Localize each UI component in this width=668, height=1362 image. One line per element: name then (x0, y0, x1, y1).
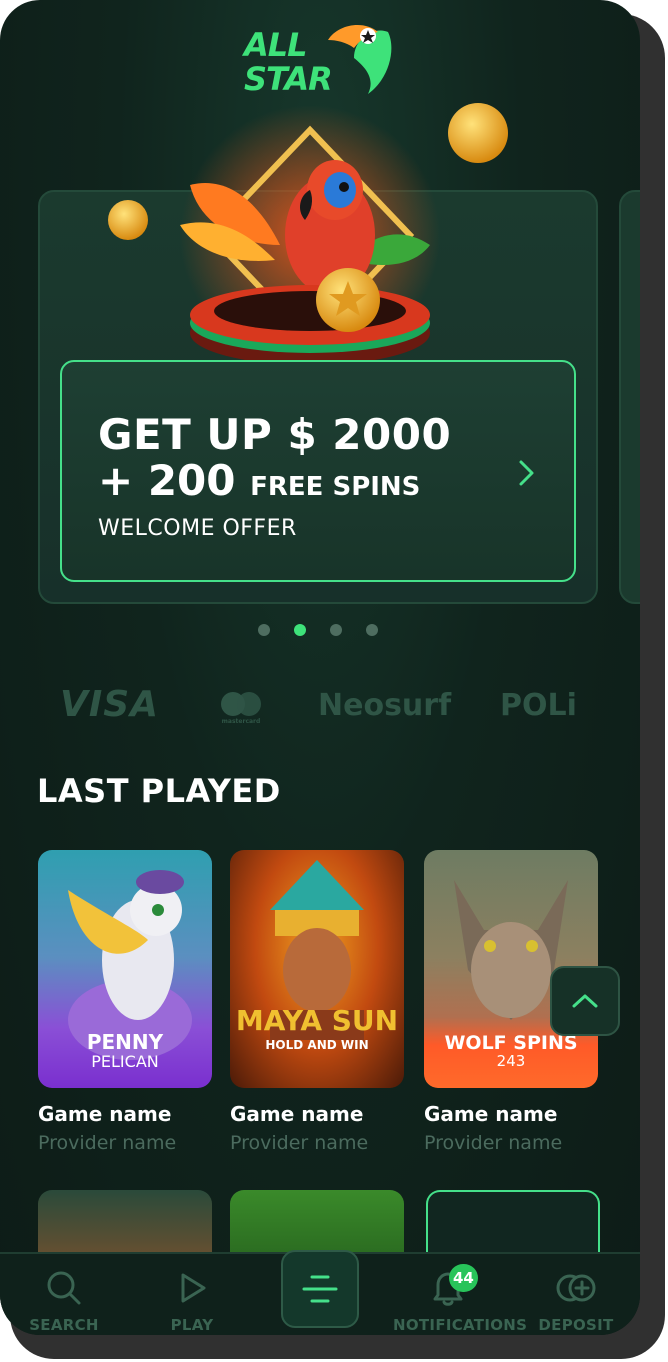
carousel-dots (258, 624, 378, 636)
mastercard-logo: mastercard (218, 690, 264, 725)
last-played-title: LAST PLAYED (37, 772, 281, 810)
allstar-logo[interactable]: ALL STAR (244, 18, 396, 102)
logo-line-1: ALL (244, 26, 308, 64)
next-promo-card[interactable] (619, 190, 640, 604)
game-art-subtitle: PELICAN (91, 1052, 159, 1071)
play-icon (181, 1273, 206, 1303)
chevron-right-icon[interactable] (514, 458, 540, 488)
provider-name: Provider name (424, 1132, 563, 1154)
nav-notifications[interactable]: 44 NOTIFICATIONS (393, 1264, 528, 1334)
scroll-to-top-button[interactable] (550, 966, 620, 1036)
mastercard-icon: mastercard (221, 692, 261, 725)
menu-icon (302, 1275, 338, 1303)
chevron-up-icon (572, 994, 598, 1008)
payment-methods: VISA mastercard Neosurf POLi (0, 684, 640, 734)
provider-name: Provider name (38, 1132, 177, 1154)
welcome-offer-box[interactable]: GET UP $ 2000 + 200 FREE SPINS WELCOME O… (60, 360, 576, 582)
carousel-dot[interactable] (258, 624, 270, 636)
offer-spins-count: + 200 (98, 456, 236, 505)
nav-deposit-label: DEPOSIT (538, 1316, 614, 1334)
nav-search[interactable]: SEARCH (9, 1266, 119, 1334)
provider-name: Provider name (230, 1132, 369, 1154)
game-art-subtitle: HOLD AND WIN (265, 1038, 369, 1052)
menu-button[interactable] (281, 1250, 359, 1328)
logo-text: ALL STAR (244, 26, 333, 98)
game-thumbnail[interactable]: MAYA SUN HOLD AND WIN (230, 850, 404, 1088)
notification-count-badge: 44 (449, 1264, 478, 1292)
game-card-partial[interactable] (426, 1190, 600, 1260)
nav-play-label: PLAY (170, 1316, 214, 1334)
app-screen: ALL STAR GET UP $ 2000 + 200 FREE SPINS … (0, 0, 640, 1335)
mastercard-wordmark: mastercard (222, 718, 261, 724)
game-card[interactable]: PENNY PELICAN Game name Provider name (38, 850, 212, 1154)
game-art-subtitle: 243 (496, 1052, 526, 1070)
game-name: Game name (38, 1102, 172, 1126)
search-icon (47, 1271, 81, 1305)
offer-headline: GET UP $ 2000 (98, 410, 452, 459)
parrot-hero-illustration (108, 103, 508, 365)
game-art-title: PENNY (86, 1030, 164, 1054)
game-art-title: MAYA SUN (235, 1004, 399, 1037)
carousel-dot[interactable] (330, 624, 342, 636)
neosurf-logo: Neosurf (318, 688, 452, 723)
nav-search-label: SEARCH (29, 1316, 99, 1334)
carousel-dot-active[interactable] (294, 624, 306, 636)
nav-play[interactable]: PLAY (137, 1266, 247, 1334)
poli-logo: POLi (500, 688, 577, 723)
offer-headline-2: + 200 FREE SPINS (98, 458, 420, 510)
game-name: Game name (424, 1102, 558, 1126)
bottom-navigation: SEARCH PLAY 44 NOTIFICATIONS DEPOSIT (0, 1250, 640, 1335)
visa-logo: VISA (60, 684, 160, 725)
nav-deposit[interactable]: DEPOSIT (521, 1266, 631, 1334)
carousel-dot[interactable] (366, 624, 378, 636)
offer-spins-label: FREE SPINS (250, 472, 421, 502)
maya-sun-art (270, 860, 364, 1040)
toucan-icon (328, 25, 392, 94)
game-card-partial[interactable] (38, 1190, 212, 1260)
game-name: Game name (230, 1102, 364, 1126)
logo-line-2: STAR (244, 60, 333, 98)
game-card[interactable]: MAYA SUN HOLD AND WIN Game name Provider… (230, 850, 404, 1154)
offer-subtitle: WELCOME OFFER (98, 516, 297, 541)
deposit-coins-icon (556, 1274, 596, 1302)
nav-notifications-label: NOTIFICATIONS (393, 1316, 528, 1334)
game-thumbnail[interactable]: PENNY PELICAN (38, 850, 212, 1088)
